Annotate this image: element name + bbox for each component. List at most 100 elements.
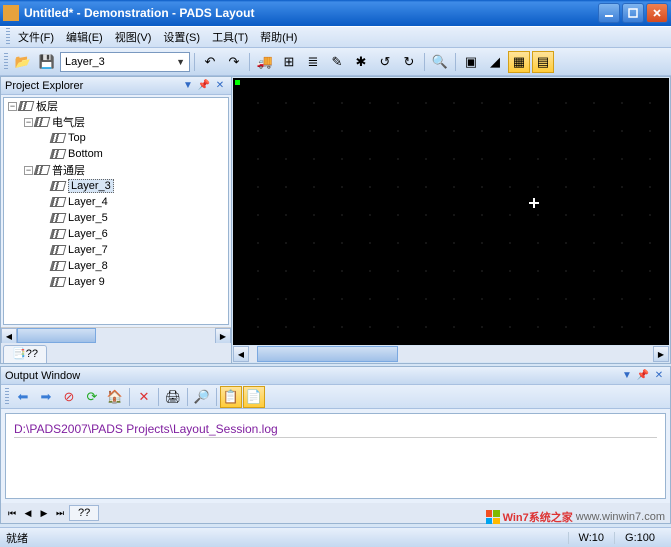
crosshair-icon — [529, 198, 539, 208]
canvas-hscroll[interactable]: ◀ ▶ — [233, 346, 669, 362]
project-explorer-title: Project Explorer — [5, 80, 83, 92]
delete-button[interactable]: ✕ — [133, 386, 155, 408]
maximize-button[interactable] — [622, 3, 644, 23]
tree-node[interactable]: Layer_4 — [4, 194, 228, 210]
stop-button[interactable]: ⊘ — [58, 386, 80, 408]
tree-node[interactable]: Layer_7 — [4, 242, 228, 258]
layer-tree[interactable]: −板层−电气层TopBottom−普通层Layer_3Layer_4Layer_… — [3, 97, 229, 325]
close-button[interactable] — [646, 3, 668, 23]
watermark: Win7系统之家 www.winwin7.com — [486, 509, 665, 525]
tree-node[interactable]: Layer_5 — [4, 210, 228, 226]
menu-edit[interactable]: 编辑(E) — [60, 27, 109, 47]
layer-icon — [50, 181, 67, 191]
report2-button[interactable]: 📄 — [243, 386, 265, 408]
tree-label: Layer_7 — [68, 244, 108, 256]
layer-selector[interactable]: Layer_3 ▼ — [60, 52, 190, 72]
highlight2-button[interactable]: ▤ — [532, 51, 554, 73]
print-button[interactable]: 🖨 — [162, 386, 184, 408]
route-button[interactable]: ✎ — [326, 51, 348, 73]
menu-help[interactable]: 帮助(H) — [254, 27, 303, 47]
forward-button[interactable]: ➡ — [35, 386, 57, 408]
menu-view[interactable]: 视图(V) — [109, 27, 158, 47]
tree-node[interactable]: − 电气层 — [4, 114, 228, 130]
tree-label: Layer_8 — [68, 260, 108, 272]
close-icon[interactable]: ✕ — [652, 369, 666, 383]
layer-icon — [50, 197, 67, 207]
tree-label: Bottom — [68, 148, 103, 160]
tree-hscroll[interactable]: ◀ ▶ — [1, 327, 231, 343]
separator — [249, 53, 250, 71]
pin-icon[interactable]: 📌 — [197, 79, 211, 93]
tree-toggle-icon[interactable]: − — [8, 102, 17, 111]
tree-node[interactable]: Layer_3 — [4, 178, 228, 194]
scroll-right-icon[interactable]: ▶ — [215, 328, 231, 344]
output-tab[interactable]: ?? — [69, 505, 99, 521]
save-button[interactable]: 💾 — [36, 51, 58, 73]
menu-tools[interactable]: 工具(T) — [206, 27, 254, 47]
layers-button[interactable]: ≣ — [302, 51, 324, 73]
grip-icon — [4, 53, 8, 71]
component-button[interactable]: 🚚 — [254, 51, 276, 73]
tree-label: 普通层 — [52, 162, 85, 178]
output-log[interactable]: D:\PADS2007\PADS Projects\Layout_Session… — [5, 413, 666, 499]
grid-button[interactable]: ⊞ — [278, 51, 300, 73]
layer-icon — [50, 261, 67, 271]
prev-tab-button[interactable]: ◀ — [21, 506, 35, 520]
tree-node[interactable]: Bottom — [4, 146, 228, 162]
back-button[interactable]: ⬅ — [12, 386, 34, 408]
tree-label: Layer_3 — [68, 179, 114, 193]
zoom-button[interactable]: 🔍 — [429, 51, 451, 73]
tree-node[interactable]: − 普通层 — [4, 162, 228, 178]
tree-toggle-icon[interactable]: − — [24, 118, 33, 127]
tree-node[interactable]: Top — [4, 130, 228, 146]
status-w: W:10 — [568, 532, 614, 544]
prev-button[interactable]: ↺ — [374, 51, 396, 73]
scroll-left-icon[interactable]: ◀ — [233, 346, 249, 362]
tree-toggle-icon[interactable]: − — [24, 166, 33, 175]
measure-button[interactable]: ◢ — [484, 51, 506, 73]
find-button[interactable]: 🔎 — [191, 386, 213, 408]
undo-button[interactable]: ↶ — [199, 51, 221, 73]
explorer-tabs: 📑?? — [1, 343, 231, 363]
tree-node[interactable]: −板层 — [4, 98, 228, 114]
dropdown-icon[interactable]: ▼ — [181, 79, 195, 93]
scroll-right-icon[interactable]: ▶ — [653, 346, 669, 362]
tree-node[interactable]: Layer_6 — [4, 226, 228, 242]
scroll-left-icon[interactable]: ◀ — [1, 328, 17, 344]
explorer-tab[interactable]: 📑?? — [3, 345, 47, 363]
highlight1-button[interactable]: ▦ — [508, 51, 530, 73]
last-tab-button[interactable]: ⏭ — [53, 506, 67, 520]
home-button[interactable]: 🏠 — [104, 386, 126, 408]
grip-icon — [5, 388, 9, 406]
next-button[interactable]: ↻ — [398, 51, 420, 73]
tree-label: Top — [68, 132, 86, 144]
open-button[interactable]: 📂 — [12, 51, 34, 73]
menu-file[interactable]: 文件(F) — [12, 27, 60, 47]
next-tab-button[interactable]: ▶ — [37, 506, 51, 520]
menu-setup[interactable]: 设置(S) — [157, 27, 206, 47]
layer-icon — [34, 117, 51, 127]
tree-node[interactable]: Layer_8 — [4, 258, 228, 274]
close-icon[interactable]: ✕ — [213, 79, 227, 93]
separator — [129, 388, 130, 406]
separator — [455, 53, 456, 71]
dropdown-icon[interactable]: ▼ — [620, 369, 634, 383]
separator — [187, 388, 188, 406]
redo-button[interactable]: ↷ — [223, 51, 245, 73]
tree-label: Layer 9 — [68, 276, 105, 288]
report1-button[interactable]: 📋 — [220, 386, 242, 408]
separator — [424, 53, 425, 71]
layer-icon — [50, 245, 67, 255]
window-title: Untitled* - Demonstration - PADS Layout — [24, 6, 596, 20]
first-tab-button[interactable]: ⏮ — [5, 506, 19, 520]
separator — [158, 388, 159, 406]
minimize-button[interactable] — [598, 3, 620, 23]
layer-icon — [34, 165, 51, 175]
pin-icon[interactable]: 📌 — [636, 369, 650, 383]
select-button[interactable]: ▣ — [460, 51, 482, 73]
place-button[interactable]: ✱ — [350, 51, 372, 73]
tree-node[interactable]: Layer 9 — [4, 274, 228, 290]
design-canvas[interactable] — [233, 78, 669, 345]
refresh-button[interactable]: ⟳ — [81, 386, 103, 408]
tree-label: 电气层 — [52, 114, 85, 130]
